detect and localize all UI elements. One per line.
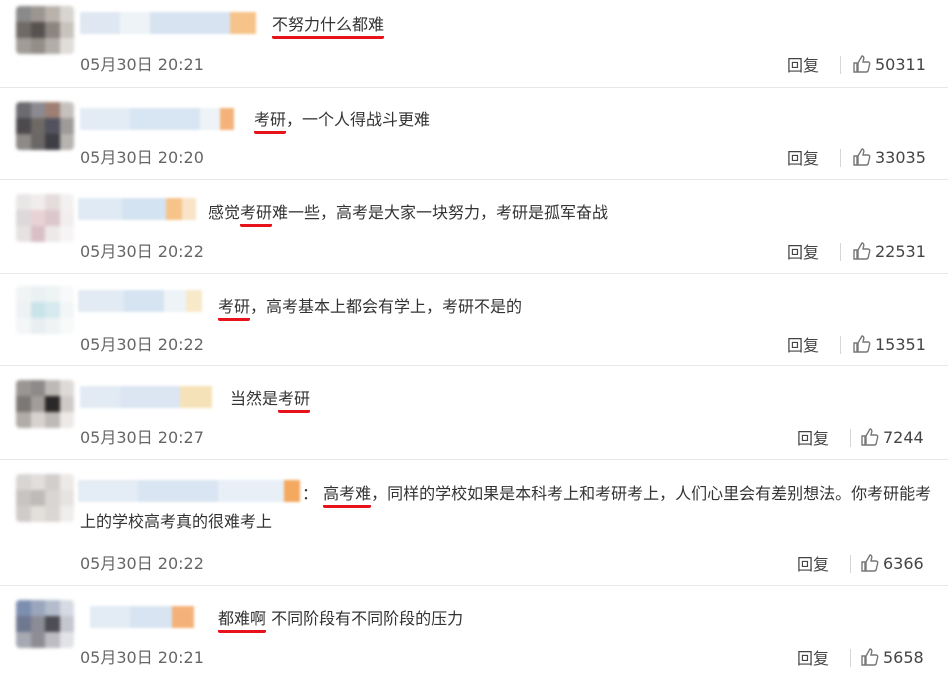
comment-time: 05月30日 20:22 <box>80 554 204 573</box>
comment-text: 都难啊 不同阶段有不同阶段的压力 <box>218 608 463 633</box>
like-count: 7244 <box>883 427 924 447</box>
avatar[interactable] <box>16 380 74 428</box>
like-button[interactable]: 22531 <box>852 241 926 261</box>
comment-item: 不努力什么都难 05月30日 20:21 回复 50311 <box>0 0 948 88</box>
username-blurred[interactable] <box>78 198 196 220</box>
comment-text: 感觉考研难一些，高考是大家一块努力，考研是孤军奋战 <box>208 202 608 227</box>
avatar[interactable] <box>16 474 74 522</box>
divider <box>840 56 841 74</box>
divider <box>850 649 851 667</box>
reply-button[interactable]: 回复 <box>787 52 819 76</box>
comment-time: 05月30日 20:20 <box>80 148 204 167</box>
like-button[interactable]: 50311 <box>852 54 926 74</box>
username-blurred[interactable] <box>80 12 256 34</box>
like-count: 6366 <box>883 553 924 573</box>
comment-time: 05月30日 20:27 <box>80 428 204 447</box>
username-blurred[interactable] <box>78 290 202 312</box>
thumbs-up-icon <box>861 554 879 572</box>
comment-text: 考研，一个人得战斗更难 <box>254 109 430 134</box>
thumbs-up-icon <box>853 55 871 73</box>
thumbs-up-icon <box>853 335 871 353</box>
reply-button[interactable]: 回复 <box>787 145 819 169</box>
like-button[interactable]: 7244 <box>860 427 924 447</box>
thumbs-up-icon <box>861 648 879 666</box>
comment-item: 感觉考研难一些，高考是大家一块努力，考研是孤军奋战 05月30日 20:22 回… <box>0 180 948 274</box>
avatar[interactable] <box>16 194 74 242</box>
avatar[interactable] <box>16 102 74 150</box>
avatar[interactable] <box>16 600 74 648</box>
divider <box>840 243 841 261</box>
like-button[interactable]: 5658 <box>860 647 924 667</box>
like-count: 5658 <box>883 647 924 667</box>
avatar[interactable] <box>16 286 74 334</box>
divider <box>850 429 851 447</box>
comment-text: ： 高考难，同样的学校如果是本科考上和考研考上，人们心里会有差别想法。你考研能考… <box>80 484 932 531</box>
like-count: 50311 <box>875 54 926 74</box>
comment-item: 考研，高考基本上都会有学上，考研不是的 05月30日 20:22 回复 1535… <box>0 274 948 366</box>
comment-time: 05月30日 20:21 <box>80 648 204 667</box>
divider <box>840 149 841 167</box>
comment-item: ： 高考难，同样的学校如果是本科考上和考研考上，人们心里会有差别想法。你考研能考… <box>0 460 948 586</box>
reply-button[interactable]: 回复 <box>797 425 829 449</box>
comment-time: 05月30日 20:22 <box>80 335 204 354</box>
comment-text: 考研，高考基本上都会有学上，考研不是的 <box>218 296 522 321</box>
comment-item: 当然是考研 05月30日 20:27 回复 7244 <box>0 366 948 460</box>
comment-time: 05月30日 20:21 <box>80 55 204 74</box>
comment-text: 当然是考研 <box>230 388 311 413</box>
thumbs-up-icon <box>853 242 871 260</box>
like-count: 33035 <box>875 147 926 167</box>
reply-button[interactable]: 回复 <box>797 551 829 575</box>
comment-text: 不努力什么都难 <box>272 14 385 39</box>
avatar[interactable] <box>16 6 74 54</box>
divider <box>850 555 851 573</box>
like-button[interactable]: 15351 <box>852 334 926 354</box>
like-button[interactable]: 6366 <box>860 553 924 573</box>
thumbs-up-icon <box>861 428 879 446</box>
thumbs-up-icon <box>853 148 871 166</box>
comment-item: 都难啊 不同阶段有不同阶段的压力 05月30日 20:21 回复 5658 <box>0 586 948 684</box>
comment-time: 05月30日 20:22 <box>80 242 204 261</box>
reply-button[interactable]: 回复 <box>797 645 829 669</box>
reply-button[interactable]: 回复 <box>787 332 819 356</box>
like-count: 15351 <box>875 334 926 354</box>
comment-item: 考研，一个人得战斗更难 05月30日 20:20 回复 33035 <box>0 88 948 180</box>
username-blurred[interactable] <box>80 386 212 408</box>
divider <box>840 336 841 354</box>
username-blurred[interactable] <box>90 606 194 628</box>
like-button[interactable]: 33035 <box>852 147 926 167</box>
like-count: 22531 <box>875 241 926 261</box>
reply-button[interactable]: 回复 <box>787 239 819 263</box>
username-blurred[interactable] <box>80 108 240 130</box>
